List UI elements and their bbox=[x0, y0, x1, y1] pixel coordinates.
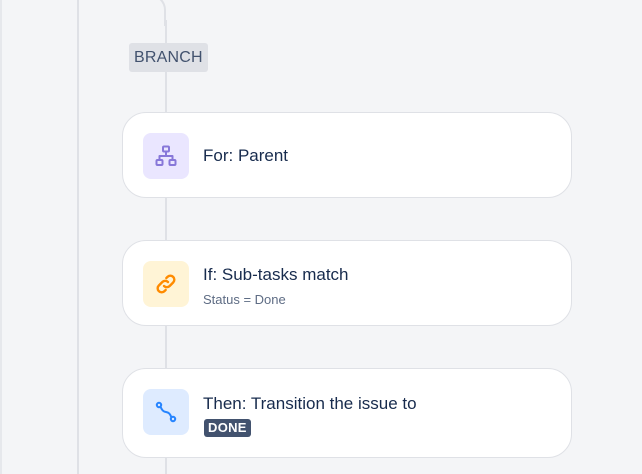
link-icon bbox=[143, 261, 189, 307]
step-title: If: Sub-tasks match bbox=[203, 265, 349, 284]
step-title: For: Parent bbox=[203, 146, 289, 165]
action-card[interactable]: Then: Transition the issue to DONE bbox=[122, 368, 572, 458]
condition-card[interactable]: If: Sub-tasks match Status = Done bbox=[122, 240, 572, 326]
branch-label: BRANCH bbox=[129, 43, 208, 72]
step-subtitle: Status = Done bbox=[203, 292, 286, 307]
rule-flow-line bbox=[77, 0, 79, 474]
status-badge: DONE bbox=[204, 419, 251, 437]
branch-connector-curve bbox=[78, 0, 166, 26]
hierarchy-icon bbox=[143, 133, 189, 179]
step-title: Then: Transition the issue to bbox=[203, 394, 417, 413]
canvas-left-border bbox=[0, 0, 2, 474]
transition-icon bbox=[143, 389, 189, 435]
automation-rule-canvas: BRANCH For: Parent If: Sub-tasks match S… bbox=[0, 0, 642, 474]
branch-rule-card[interactable]: For: Parent bbox=[122, 112, 572, 198]
